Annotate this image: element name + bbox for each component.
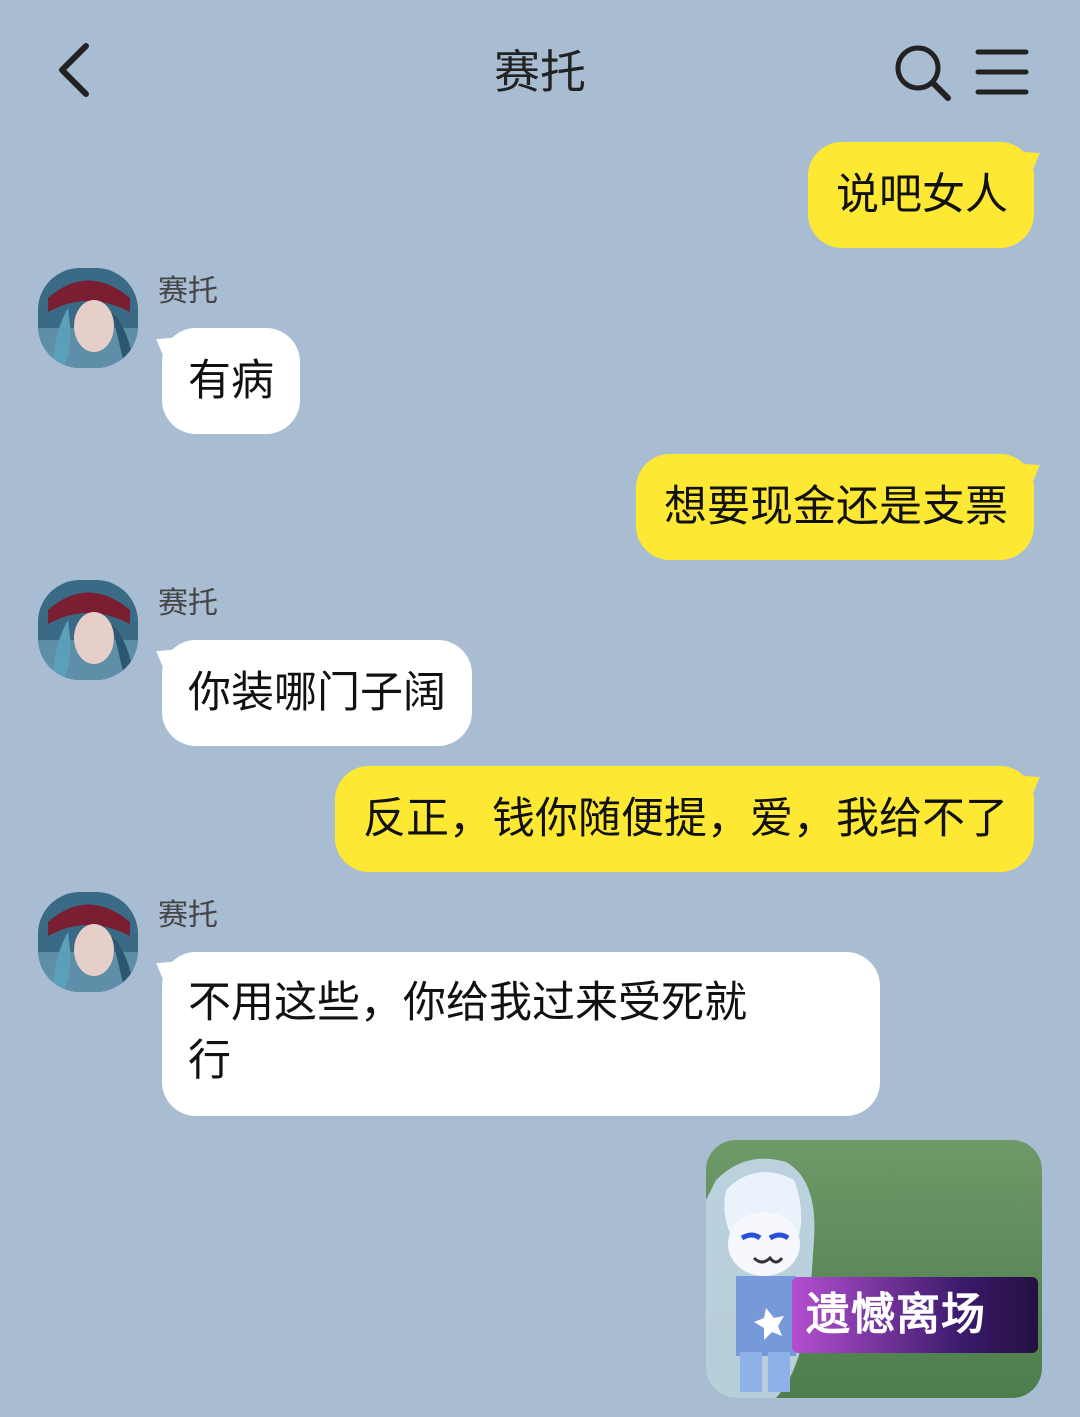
sticker-message[interactable]: 遗憾离场 — [706, 1140, 1042, 1398]
outgoing-message[interactable]: 想要现金还是支票 — [636, 454, 1034, 560]
search-icon — [895, 45, 951, 101]
avatar[interactable] — [38, 268, 138, 368]
message-text: 有病 — [188, 356, 274, 406]
message-text: 你装哪门子阔 — [188, 668, 446, 718]
avatar[interactable] — [38, 580, 138, 680]
avatar[interactable] — [38, 892, 138, 992]
sender-name: 赛托 — [158, 274, 218, 309]
sticker-caption: 遗憾离场 — [792, 1277, 1038, 1353]
message-text: 想要现金还是支票 — [664, 482, 1008, 532]
search-button[interactable] — [890, 40, 954, 104]
message-text: 反正，钱你随便提，爱，我给不了 — [363, 794, 1008, 844]
hamburger-menu-icon — [975, 49, 1029, 95]
incoming-message[interactable]: 你装哪门子阔 — [162, 640, 472, 746]
anime-character-sticker — [706, 1158, 815, 1398]
message-text-line: 行 — [188, 1036, 231, 1086]
incoming-message[interactable]: 不用这些，你给我过来受死就 行 — [162, 952, 880, 1116]
message-text-line: 不用这些，你给我过来受死就 — [188, 978, 747, 1028]
sender-name: 赛托 — [158, 898, 218, 933]
outgoing-message[interactable]: 说吧女人 — [808, 142, 1034, 248]
message-text: 说吧女人 — [836, 170, 1008, 220]
outgoing-message[interactable]: 反正，钱你随便提，爱，我给不了 — [335, 766, 1034, 872]
incoming-message[interactable]: 有病 — [162, 328, 300, 434]
menu-button[interactable] — [972, 40, 1032, 104]
chat-header: 赛托 — [0, 0, 1080, 140]
sender-name: 赛托 — [158, 586, 218, 621]
